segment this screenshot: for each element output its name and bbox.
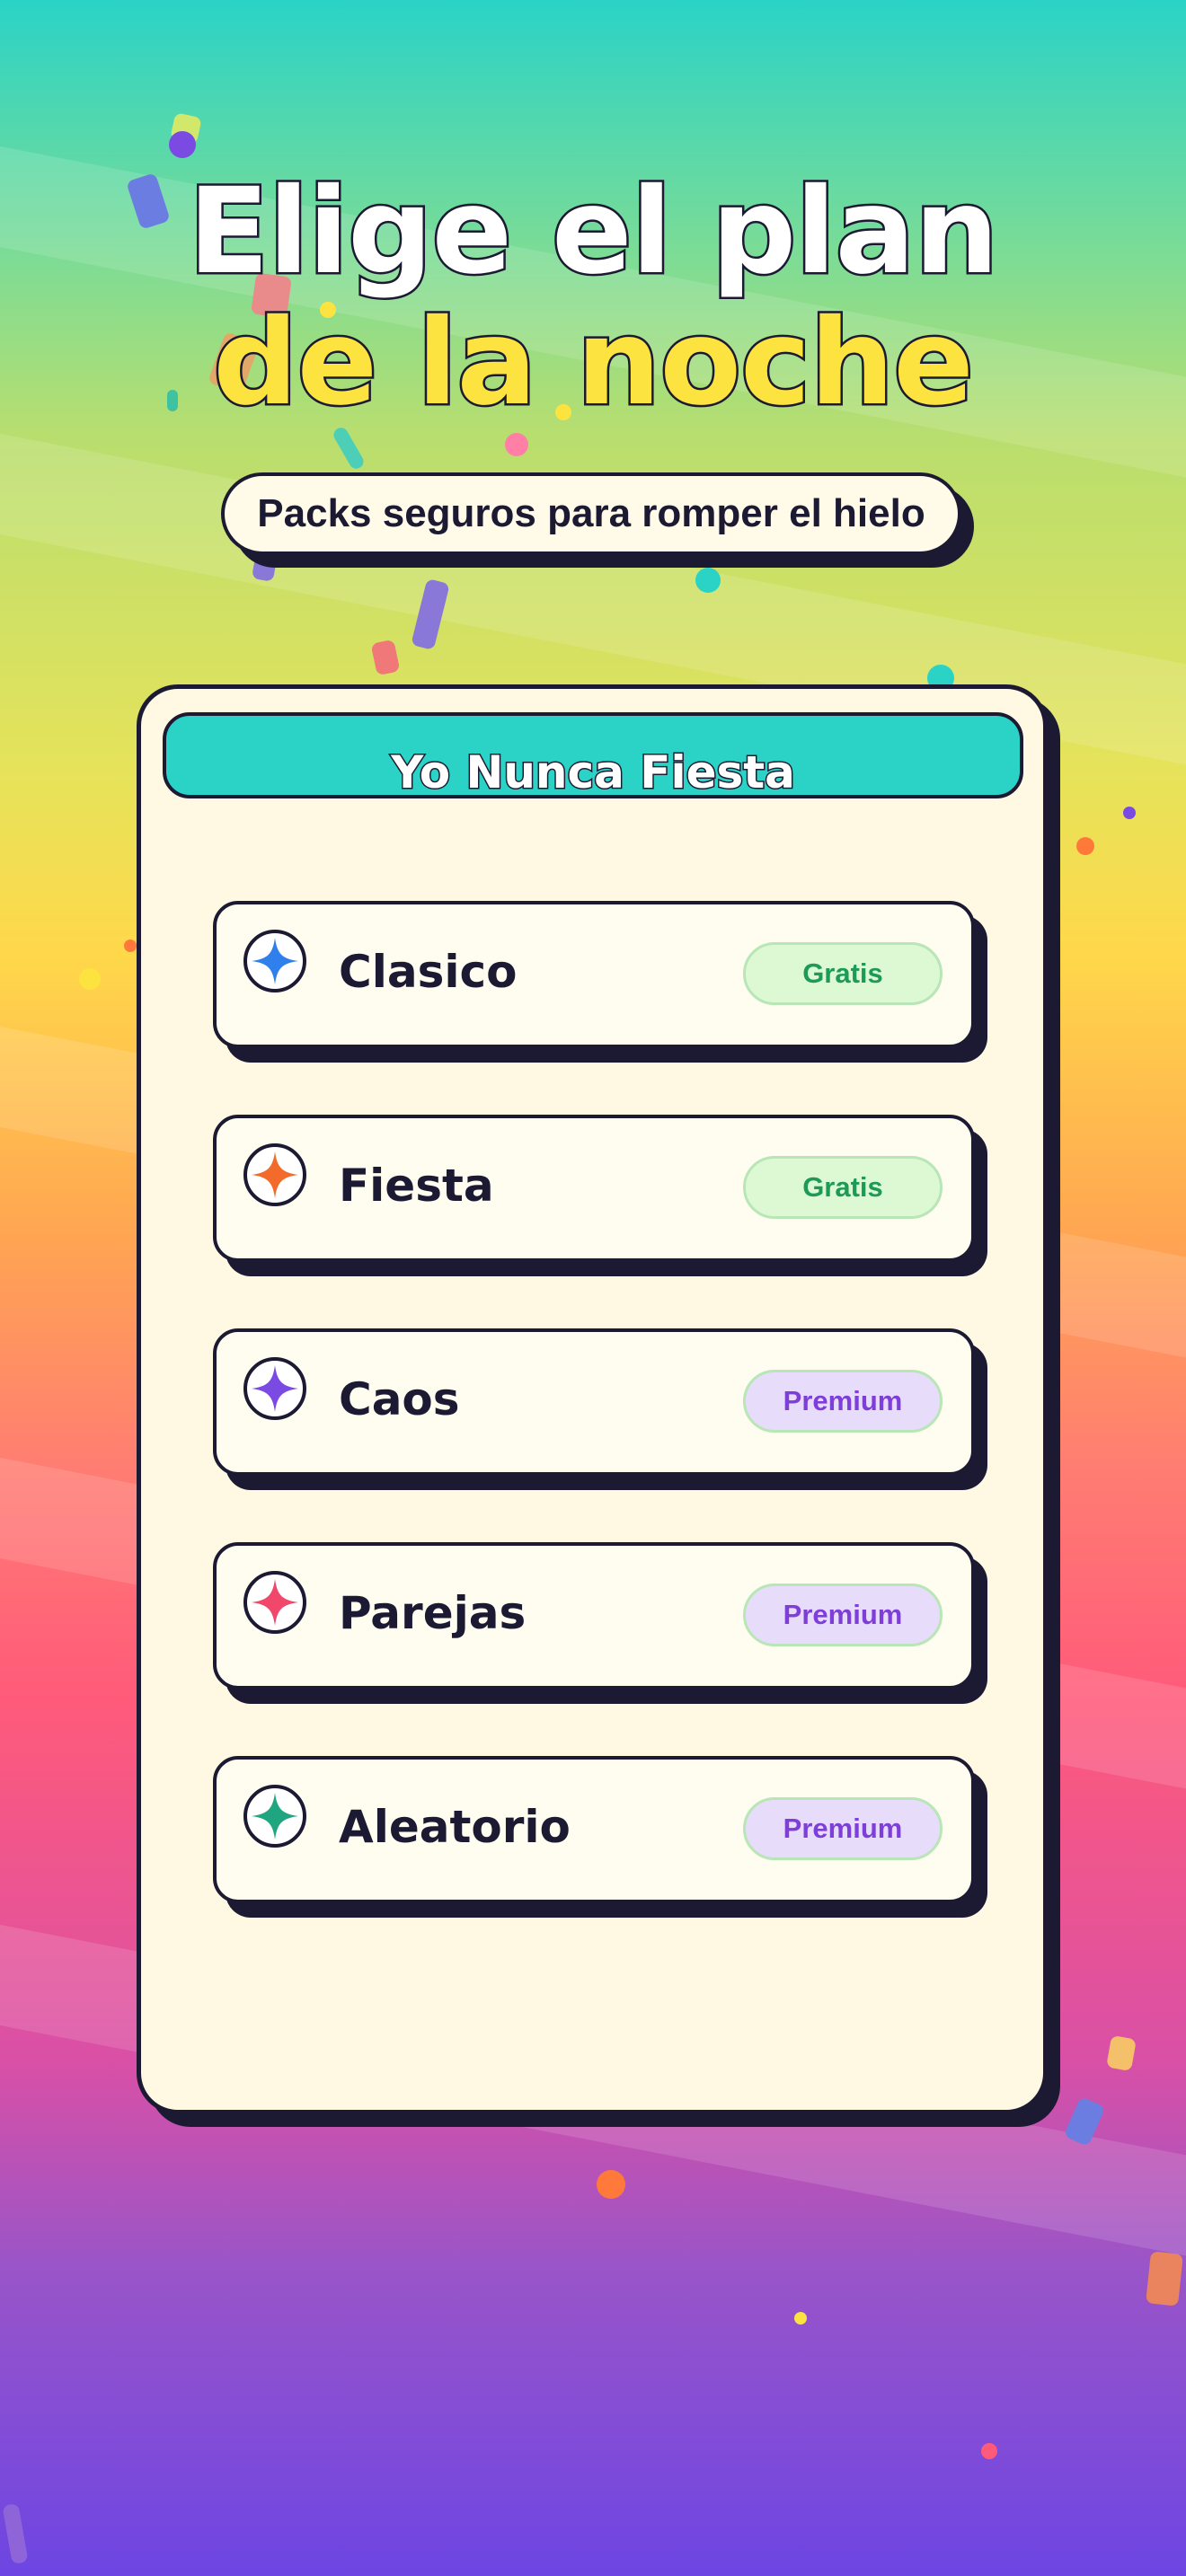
pack-label: Aleatorio (339, 1801, 571, 1853)
sparkle-icon (243, 930, 306, 992)
sparkle-icon (243, 1357, 306, 1420)
pack-badge-premium: Premium (743, 1584, 943, 1646)
pack-label: Fiesta (339, 1160, 494, 1212)
page-title-line-1: Elige el plan (186, 163, 1001, 301)
sparkle-icon (243, 1143, 306, 1206)
card-title: Yo Nunca Fiesta (390, 745, 797, 800)
page-title-line-2: de la noche (211, 294, 977, 432)
pack-selection-card: Yo Nunca Fiesta Clasico Gratis Fiesta Gr… (137, 684, 1048, 2114)
pack-item-parejas[interactable]: Parejas Premium (213, 1542, 975, 1689)
pack-item-aleatorio[interactable]: Aleatorio Premium (213, 1756, 975, 1903)
sparkle-icon (243, 1785, 306, 1848)
subtitle-pill: Packs seguros para romper el hielo (221, 472, 961, 555)
pack-badge-premium: Premium (743, 1797, 943, 1860)
pack-badge-premium: Premium (743, 1370, 943, 1433)
sparkle-icon (243, 1571, 306, 1634)
pack-badge-free: Gratis (743, 1156, 943, 1219)
pack-label: Caos (339, 1373, 460, 1425)
card-header: Yo Nunca Fiesta (163, 712, 1023, 800)
subtitle-text: Packs seguros para romper el hielo (257, 491, 925, 535)
pack-item-fiesta[interactable]: Fiesta Gratis (213, 1115, 975, 1262)
pack-label: Clasico (339, 946, 518, 998)
pack-item-clasico[interactable]: Clasico Gratis (213, 901, 975, 1048)
pack-item-caos[interactable]: Caos Premium (213, 1328, 975, 1476)
pack-badge-free: Gratis (743, 942, 943, 1005)
pack-label: Parejas (339, 1587, 527, 1639)
